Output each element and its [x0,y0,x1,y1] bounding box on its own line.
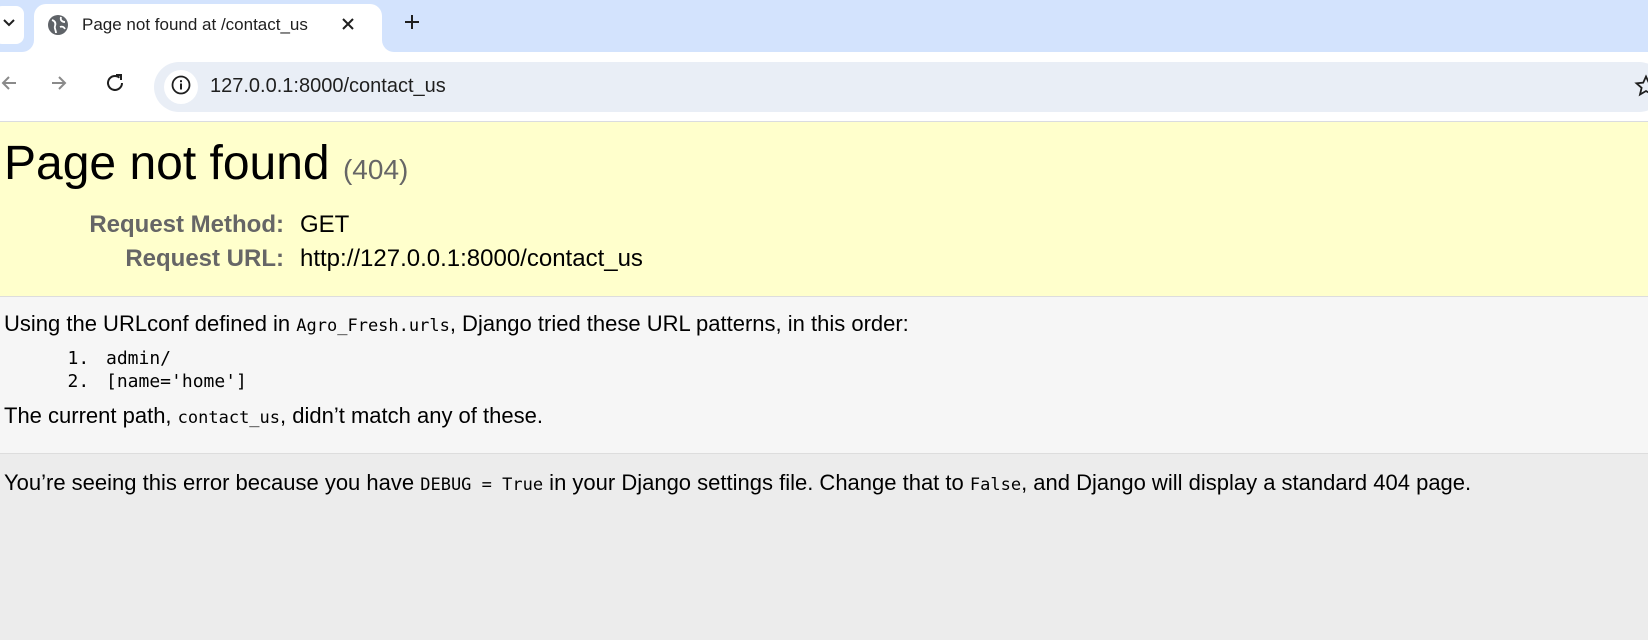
page-content: Page not found (404) Request Method: GET… [0,122,1648,640]
browser-toolbar: 127.0.0.1:8000/contact_us [0,52,1648,122]
url-pattern-item: [name='home'] [100,370,1644,393]
globe-icon [47,14,69,36]
back-button[interactable] [0,70,24,100]
close-icon[interactable] [334,10,362,38]
current-path-text: The current path, [4,403,178,428]
request-method-value: GET [300,211,350,238]
intro-text-end: , Django tried these URL patterns, in th… [449,311,909,336]
status-code: (404) [342,154,409,185]
page-title: Page not found (404) [4,138,1644,196]
plus-icon [403,13,421,36]
reload-button[interactable] [100,70,130,100]
back-icon [0,73,19,98]
tab-search-button[interactable] [0,6,24,44]
intro-text: Using the URLconf defined in [4,311,297,336]
current-path-text-end: , didn’t match any of these. [280,403,543,428]
tab-title: Page not found at /contact_us [82,15,308,34]
star-icon[interactable] [1634,74,1648,98]
browser-tab[interactable]: Page not found at /contact_us [34,4,382,52]
new-tab-button[interactable] [397,9,427,39]
current-path-message: The current path, contact_us, didn’t mat… [4,403,1644,429]
debug-code: DEBUG = True [420,475,544,495]
current-path-code: contact_us [177,408,281,428]
request-method-label: Request Method: [89,211,284,238]
explanation-text: You’re seeing this error because you hav… [4,470,1644,496]
request-method-row: Request Method: GET [4,208,643,242]
explanation-part: You’re seeing this error because you hav… [4,470,421,495]
summary-section: Page not found (404) Request Method: GET… [0,122,1648,297]
page-heading: Page not found [4,137,330,190]
tab-strip: Page not found at /contact_us [0,0,1648,52]
request-meta-table: Request Method: GET Request URL: http://… [4,208,643,276]
info-section: Using the URLconf defined in Agro_Fresh.… [0,297,1648,454]
urlconf-code: Agro_Fresh.urls [296,316,450,336]
forward-icon [49,73,69,98]
info-icon [171,75,191,100]
explanation-part: in your Django settings file. Change tha… [543,470,970,495]
request-url-row: Request URL: http://127.0.0.1:8000/conta… [4,242,643,276]
urlconf-intro: Using the URLconf defined in Agro_Fresh.… [4,311,1644,337]
forward-button[interactable] [44,70,74,100]
site-info-button[interactable] [164,70,198,104]
explanation-part: , and Django will display a standard 404… [1021,470,1472,495]
url-text[interactable]: 127.0.0.1:8000/contact_us [210,75,446,98]
url-pattern-item: admin/ [100,347,1644,370]
request-url-label: Request URL: [125,245,284,272]
address-bar[interactable]: 127.0.0.1:8000/contact_us [154,62,1648,112]
chevron-down-icon [2,16,16,35]
false-code: False [969,475,1022,495]
explanation-section: You’re seeing this error because you hav… [0,454,1648,512]
reload-icon [104,72,126,99]
url-patterns-list: admin/ [name='home'] [100,347,1644,393]
request-url-value: http://127.0.0.1:8000/contact_us [300,245,643,272]
